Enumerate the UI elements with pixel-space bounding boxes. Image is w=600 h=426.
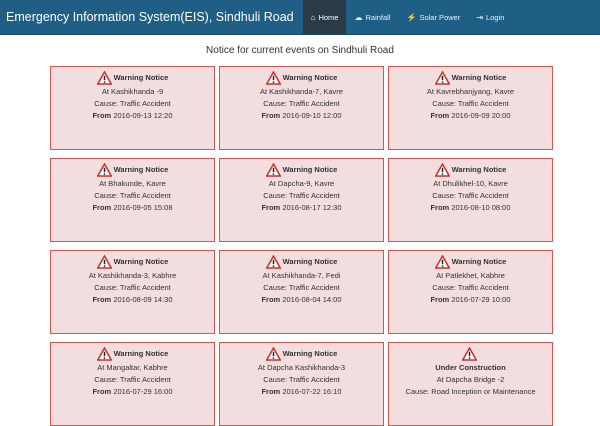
nav-solar-power-label: Solar Power	[419, 12, 461, 22]
notice-cause: Cause: Traffic Accident	[263, 191, 340, 200]
from-label: From	[261, 203, 281, 212]
notice-date: 2016-09-05 15:08	[113, 203, 173, 212]
notice-type: Warning Notice	[113, 165, 169, 174]
warning-icon	[96, 347, 112, 361]
notice-date: 2016-08-17 12:30	[282, 203, 342, 212]
construction-location: At Dapcha Bridge -2	[436, 375, 505, 384]
from-label: From	[430, 295, 450, 304]
nav-rainfall-label: Rainfall	[365, 12, 391, 22]
notice-date: 2016-09-10 12:00	[282, 111, 342, 120]
warning-icon	[434, 163, 450, 177]
notice-cause: Cause: Traffic Accident	[432, 283, 509, 292]
notice-card: Warning Notice At Mangaltar, Kabhre Caus…	[50, 342, 215, 426]
warning-icon	[96, 163, 112, 177]
notice-cause: Cause: Traffic Accident	[94, 99, 171, 108]
bolt-icon: ⚡	[406, 12, 417, 22]
from-label: From	[430, 111, 450, 120]
notice-cause: Cause: Traffic Accident	[94, 283, 171, 292]
nav-login[interactable]: ⇥ Login	[468, 0, 512, 34]
notice-type: Warning Notice	[451, 257, 507, 266]
from-label: From	[92, 387, 112, 396]
from-label: From	[261, 295, 281, 304]
notice-card: Warning Notice At Kavrebhanjyang, Kavre …	[388, 66, 553, 150]
home-icon: ⌂	[310, 12, 316, 22]
notice-cause: Cause: Traffic Accident	[263, 375, 340, 384]
notice-type: Warning Notice	[113, 349, 169, 358]
notice-location: At Dhulikhel-10, Kavre	[433, 179, 508, 188]
construction-cause: Cause: Road Inception or Maintenance	[405, 387, 536, 396]
notice-card: Warning Notice At Kashikhanda-3, Kabhre …	[50, 250, 215, 334]
notice-cause: Cause: Traffic Accident	[263, 99, 340, 108]
notice-date: 2016-07-29 16:00	[113, 387, 173, 396]
from-label: From	[430, 203, 450, 212]
from-label: From	[261, 387, 281, 396]
notice-type: Warning Notice	[282, 165, 338, 174]
warning-icon	[462, 347, 477, 361]
notice-card: Warning Notice At Kashikhanda-7, Fedi Ca…	[219, 250, 384, 334]
notice-cause: Cause: Traffic Accident	[263, 283, 340, 292]
notice-type: Warning Notice	[451, 73, 507, 82]
notice-date: 2016-08-04 14:00	[282, 295, 342, 304]
brand-title[interactable]: Emergency Information System(EIS), Sindh…	[0, 0, 303, 34]
page-title: Notice for current events on Sindhuli Ro…	[206, 45, 394, 56]
warning-icon	[265, 255, 281, 269]
warning-icon	[96, 255, 112, 269]
notice-location: At Patlekhet, Kabhre	[436, 271, 505, 280]
notice-type: Warning Notice	[113, 73, 169, 82]
notice-date: 2016-09-13 12:20	[113, 111, 173, 120]
notice-card: Warning Notice At Dapcha Kashikhanda-3 C…	[219, 342, 384, 426]
cloud-icon: ☁	[354, 12, 363, 22]
notice-date: 2016-08-09 14:30	[113, 295, 173, 304]
warning-icon	[434, 71, 450, 85]
notice-card: Warning Notice At Bhakunde, Kavre Cause:…	[50, 158, 215, 242]
warning-icon	[96, 71, 112, 85]
notice-type: Warning Notice	[282, 73, 338, 82]
notice-location: At Kashikhanda-3, Kabhre	[88, 271, 177, 280]
notice-location: At Dapcha-9, Kavre	[268, 179, 335, 188]
warning-icon	[265, 163, 281, 177]
construction-card: Under Construction At Dapcha Bridge -2 C…	[388, 342, 553, 426]
notice-date: 2016-08-10 08:00	[451, 203, 511, 212]
notice-location: At Kashikhanda-7, Kavre	[260, 87, 343, 96]
notice-card: Warning Notice At Kashikhanda-7, Kavre C…	[219, 66, 384, 150]
nav-rainfall[interactable]: ☁ Rainfall	[346, 0, 398, 34]
notice-card: Warning Notice At Dhulikhel-10, Kavre Ca…	[388, 158, 553, 242]
notice-date: 2016-07-29 10:00	[451, 295, 511, 304]
from-label: From	[92, 295, 112, 304]
notice-card: Warning Notice At Dapcha-9, Kavre Cause:…	[219, 158, 384, 242]
warning-icon	[434, 255, 450, 269]
notice-type: Warning Notice	[113, 257, 169, 266]
from-label: From	[261, 111, 281, 120]
notice-location: At Kashikhanda-7, Fedi	[262, 271, 341, 280]
from-label: From	[92, 203, 112, 212]
nav-login-label: Login	[486, 12, 505, 22]
notice-type: Warning Notice	[451, 165, 507, 174]
notice-card: Warning Notice At Kashikhanda -9 Cause: …	[50, 66, 215, 150]
construction-type: Under Construction	[435, 363, 506, 372]
navbar: Emergency Information System(EIS), Sindh…	[0, 0, 600, 35]
notice-location: At Bhakunde, Kavre	[99, 179, 166, 188]
from-label: From	[92, 111, 112, 120]
notice-location: At Kavrebhanjyang, Kavre	[426, 87, 515, 96]
notice-location: At Mangaltar, Kabhre	[97, 363, 168, 372]
warning-icon	[265, 71, 281, 85]
notice-date: 2016-07-22 16:10	[282, 387, 342, 396]
notice-type: Warning Notice	[282, 349, 338, 358]
nav-home-label: Home	[318, 12, 339, 22]
warning-icon	[265, 347, 281, 361]
notice-cause: Cause: Traffic Accident	[432, 191, 509, 200]
notice-type: Warning Notice	[282, 257, 338, 266]
nav-solar-power[interactable]: ⚡ Solar Power	[399, 0, 469, 34]
nav-home[interactable]: ⌂ Home	[302, 0, 347, 34]
notice-cause: Cause: Traffic Accident	[94, 191, 171, 200]
notice-grid: Warning Notice At Kashikhanda -9 Cause: …	[50, 66, 553, 426]
notice-location: At Kashikhanda -9	[101, 87, 164, 96]
notice-card: Warning Notice At Patlekhet, Kabhre Caus…	[388, 250, 553, 334]
login-icon: ⇥	[476, 12, 484, 22]
notice-cause: Cause: Traffic Accident	[94, 375, 171, 384]
notice-date: 2016-09-09 20:00	[451, 111, 511, 120]
notice-cause: Cause: Traffic Accident	[432, 99, 509, 108]
notice-location: At Dapcha Kashikhanda-3	[257, 363, 346, 372]
